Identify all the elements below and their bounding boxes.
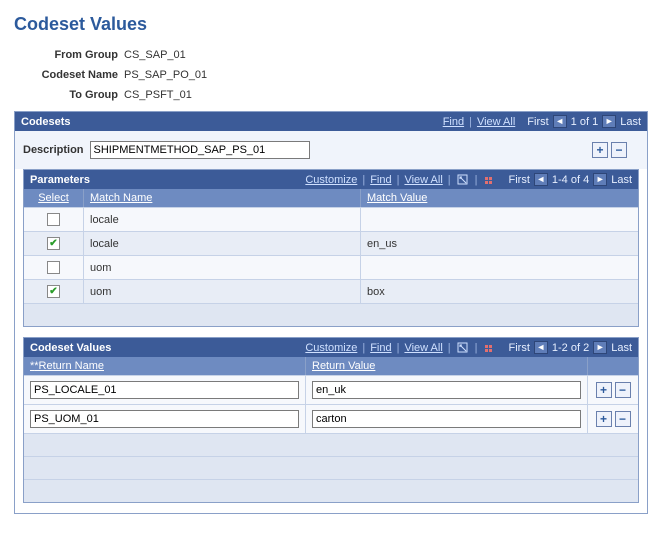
parameter-row: ✔ locale en_us: [24, 231, 638, 255]
view-all-link[interactable]: View All: [404, 174, 442, 186]
codeset-values-bar-title: Codeset Values: [30, 342, 111, 354]
next-icon[interactable]: ►: [593, 173, 607, 186]
codeset-values-panel: Codeset Values Customize | Find | View A…: [23, 337, 639, 503]
add-row-button[interactable]: +: [596, 411, 612, 427]
col-select[interactable]: Select: [24, 189, 84, 207]
match-name-cell: uom: [84, 280, 361, 303]
first-link[interactable]: First: [527, 116, 548, 128]
from-group-value: CS_SAP_01: [124, 49, 186, 61]
last-link[interactable]: Last: [611, 342, 632, 354]
col-match-name[interactable]: Match Name: [84, 189, 361, 207]
match-value-cell: box: [361, 280, 638, 303]
zoom-icon[interactable]: [456, 173, 470, 186]
codeset-values-bar: Codeset Values Customize | Find | View A…: [24, 338, 638, 357]
empty-row: [24, 456, 638, 479]
last-link[interactable]: Last: [620, 116, 641, 128]
view-all-link[interactable]: View All: [477, 116, 515, 128]
match-value-cell: en_us: [361, 232, 638, 255]
remove-codeset-button[interactable]: −: [611, 142, 627, 158]
last-link[interactable]: Last: [611, 174, 632, 186]
remove-row-button[interactable]: −: [615, 411, 631, 427]
return-name-input[interactable]: [30, 381, 299, 399]
from-group-label: From Group: [24, 49, 124, 61]
return-value-input[interactable]: [312, 381, 581, 399]
select-checkbox[interactable]: [47, 261, 60, 274]
description-input[interactable]: [90, 141, 310, 159]
view-all-link[interactable]: View All: [404, 342, 442, 354]
empty-row: [24, 479, 638, 502]
select-checkbox[interactable]: [47, 213, 60, 226]
select-checkbox[interactable]: ✔: [47, 285, 60, 298]
empty-row: [24, 303, 638, 326]
first-link[interactable]: First: [509, 342, 530, 354]
prev-icon[interactable]: ◄: [534, 173, 548, 186]
counter-text: 1-2 of 2: [552, 342, 589, 354]
add-row-button[interactable]: +: [596, 382, 612, 398]
grid-icon[interactable]: [483, 173, 497, 186]
match-name-cell: locale: [84, 208, 361, 231]
col-match-value[interactable]: Match Value: [361, 189, 638, 207]
match-name-cell: uom: [84, 256, 361, 279]
customize-link[interactable]: Customize: [305, 342, 357, 354]
parameters-bar: Parameters Customize | Find | View All |…: [24, 170, 638, 189]
col-return-name[interactable]: **Return Name: [24, 357, 306, 375]
codeset-value-row: + −: [24, 404, 638, 433]
zoom-icon[interactable]: [456, 341, 470, 354]
add-codeset-button[interactable]: +: [592, 142, 608, 158]
codeset-name-value: PS_SAP_PO_01: [124, 69, 207, 81]
first-link[interactable]: First: [509, 174, 530, 186]
prev-icon[interactable]: ◄: [553, 115, 567, 128]
empty-row: [24, 433, 638, 456]
col-return-value[interactable]: Return Value: [306, 357, 588, 375]
to-group-value: CS_PSFT_01: [124, 89, 192, 101]
description-label: Description: [23, 144, 84, 156]
codesets-panel: Codesets Find | View All First ◄ 1 of 1 …: [14, 111, 648, 514]
parameter-row: uom: [24, 255, 638, 279]
codeset-values-header: **Return Name Return Value: [24, 357, 638, 375]
match-name-cell: locale: [84, 232, 361, 255]
return-name-input[interactable]: [30, 410, 299, 428]
match-value-cell: [361, 256, 638, 279]
remove-row-button[interactable]: −: [615, 382, 631, 398]
prev-icon[interactable]: ◄: [534, 341, 548, 354]
codesets-bar-title: Codesets: [21, 116, 71, 128]
counter-text: 1 of 1: [571, 116, 599, 128]
find-link[interactable]: Find: [443, 116, 464, 128]
customize-link[interactable]: Customize: [305, 174, 357, 186]
grid-icon[interactable]: [483, 341, 497, 354]
parameters-bar-title: Parameters: [30, 174, 90, 186]
header-fields: From Group CS_SAP_01 Codeset Name PS_SAP…: [24, 49, 648, 101]
select-checkbox[interactable]: ✔: [47, 237, 60, 250]
parameters-header: Select Match Name Match Value: [24, 189, 638, 207]
codeset-value-row: + −: [24, 375, 638, 404]
find-link[interactable]: Find: [370, 174, 391, 186]
description-area: Description + −: [15, 131, 647, 169]
return-value-input[interactable]: [312, 410, 581, 428]
find-link[interactable]: Find: [370, 342, 391, 354]
next-icon[interactable]: ►: [593, 341, 607, 354]
parameter-row: ✔ uom box: [24, 279, 638, 303]
to-group-label: To Group: [24, 89, 124, 101]
counter-text: 1-4 of 4: [552, 174, 589, 186]
next-icon[interactable]: ►: [602, 115, 616, 128]
match-value-cell: [361, 208, 638, 231]
parameter-row: locale: [24, 207, 638, 231]
codeset-name-label: Codeset Name: [24, 69, 124, 81]
parameters-panel: Parameters Customize | Find | View All |…: [23, 169, 639, 327]
page-title: Codeset Values: [14, 14, 648, 35]
codesets-bar: Codesets Find | View All First ◄ 1 of 1 …: [15, 112, 647, 131]
